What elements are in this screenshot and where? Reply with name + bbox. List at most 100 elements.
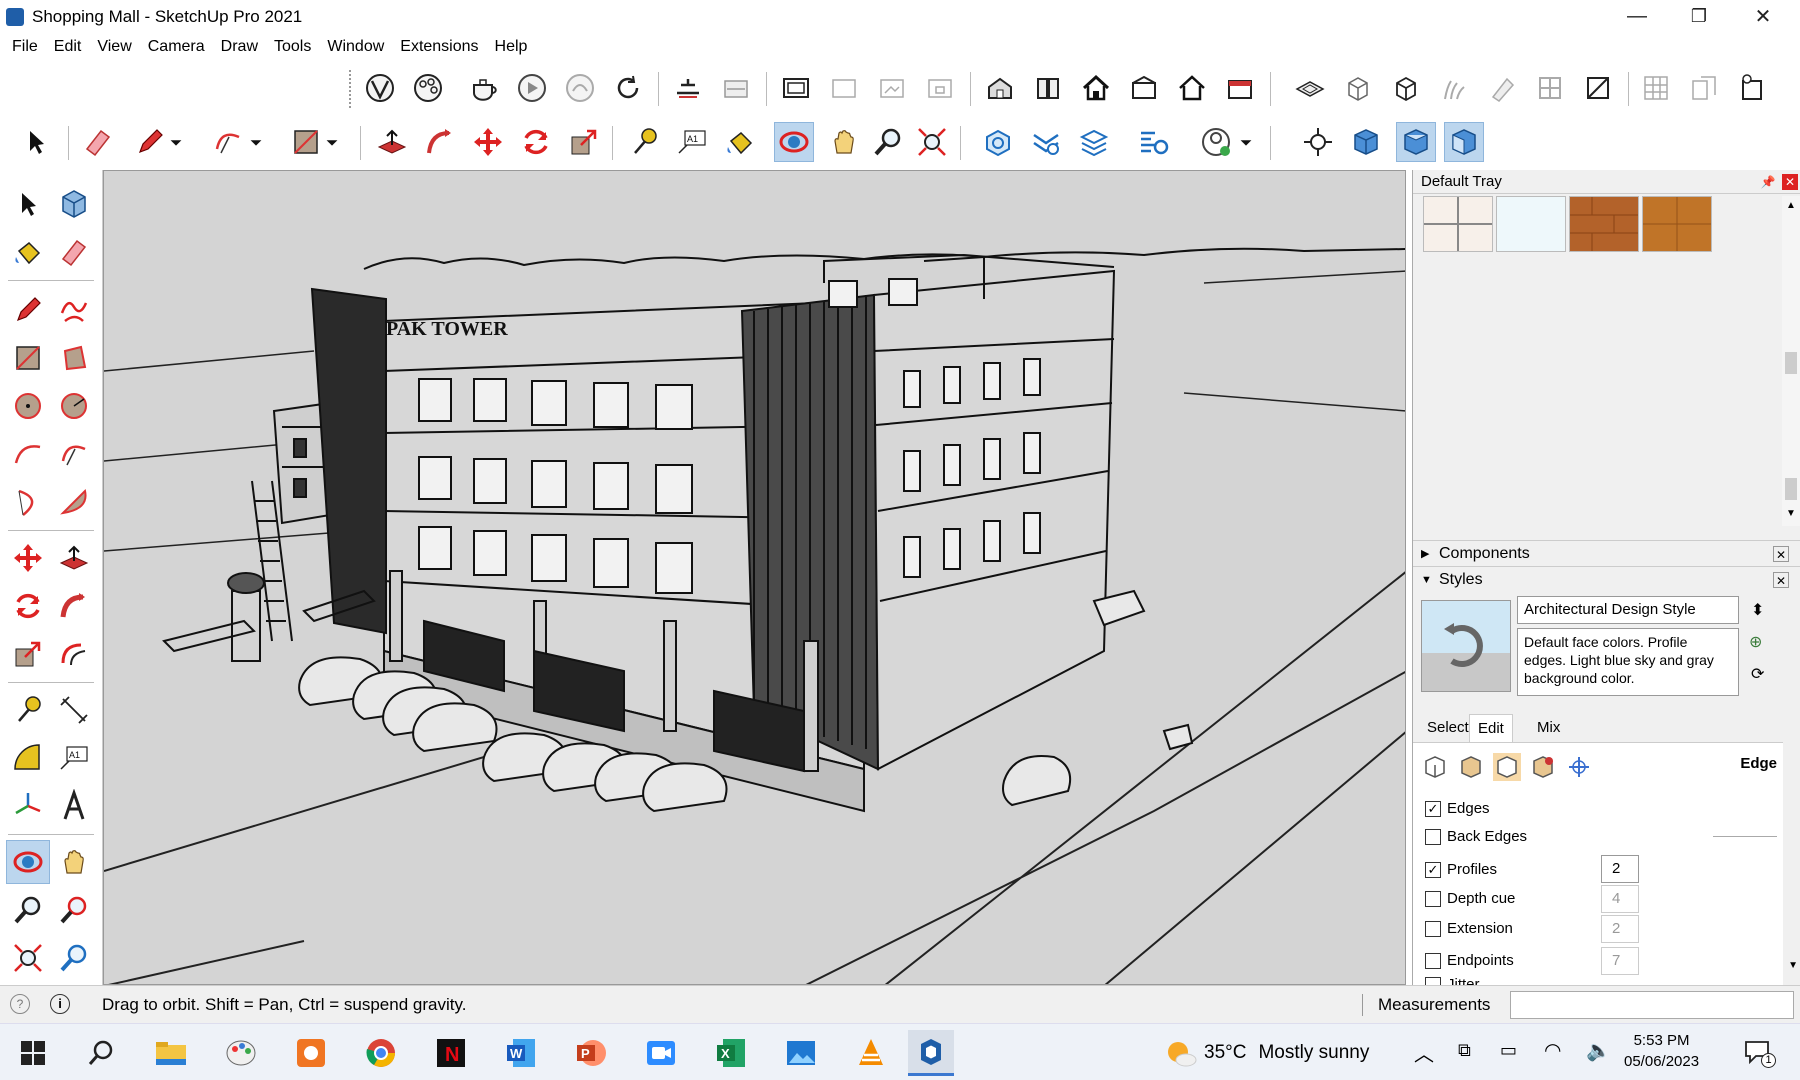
- chevron-up-icon[interactable]: ︿: [1414, 1038, 1434, 1067]
- menu-extensions[interactable]: Extensions: [392, 33, 486, 61]
- close-icon[interactable]: ✕: [1773, 546, 1789, 562]
- update-style-icon[interactable]: ⬍: [1751, 600, 1764, 620]
- vlc-icon[interactable]: [848, 1030, 894, 1076]
- style-description-field[interactable]: Default face colors. Profile edges. Ligh…: [1517, 628, 1739, 696]
- watermark-settings-icon[interactable]: [1529, 753, 1557, 781]
- menu-help[interactable]: Help: [487, 33, 536, 61]
- material-swatch[interactable]: [1642, 196, 1712, 252]
- depth-cue-option[interactable]: Depth cue: [1425, 887, 1515, 911]
- move-tool-icon[interactable]: [468, 122, 508, 162]
- material-swatch[interactable]: [1569, 196, 1639, 252]
- scroll-thumb-lower[interactable]: [1785, 478, 1797, 500]
- endpoints-field[interactable]: 7: [1601, 947, 1639, 975]
- polygon-tool-icon[interactable]: [52, 384, 96, 428]
- refresh-style-icon[interactable]: ⟳: [1751, 664, 1764, 684]
- endpoints-option[interactable]: Endpoints: [1425, 949, 1514, 973]
- push-pull-tool-icon[interactable]: [372, 122, 412, 162]
- grid-icon[interactable]: [1530, 68, 1570, 108]
- front-view-icon[interactable]: [1444, 122, 1484, 162]
- push-pull-tool-icon[interactable]: [52, 536, 96, 580]
- warehouse-home-icon[interactable]: [980, 68, 1020, 108]
- drape-icon[interactable]: [1482, 68, 1522, 108]
- chrome-icon[interactable]: [358, 1030, 404, 1076]
- line-tool-icon[interactable]: [6, 288, 50, 332]
- photos-app-icon[interactable]: [778, 1030, 824, 1076]
- eraser-tool-icon[interactable]: [78, 122, 118, 162]
- text-tool-icon[interactable]: A1: [672, 122, 712, 162]
- three-point-arc-tool-icon[interactable]: [6, 480, 50, 524]
- extension-checkbox[interactable]: [1425, 921, 1441, 937]
- position-camera-icon[interactable]: [1298, 122, 1338, 162]
- extension-field[interactable]: 2: [1601, 915, 1639, 943]
- background-settings-icon[interactable]: [1493, 753, 1521, 781]
- select-tool-icon[interactable]: [6, 182, 50, 226]
- solid-tools-icon[interactable]: [360, 68, 400, 108]
- tray-scrollbar[interactable]: ▲ ▼: [1782, 196, 1800, 526]
- orbit-tool-icon[interactable]: [774, 122, 814, 162]
- volume-icon[interactable]: 🔈: [1586, 1038, 1611, 1063]
- zoom-tool-icon[interactable]: [6, 888, 50, 932]
- offset-tool-icon[interactable]: [52, 632, 96, 676]
- excel-icon[interactable]: X: [708, 1030, 754, 1076]
- sections-settings-icon[interactable]: [1026, 122, 1066, 162]
- orbit-tool-icon[interactable]: [6, 840, 50, 884]
- circle-tool-icon[interactable]: [6, 384, 50, 428]
- zoom-icon[interactable]: [638, 1030, 684, 1076]
- back-edges-option[interactable]: Back Edges: [1425, 825, 1527, 849]
- menu-tools[interactable]: Tools: [266, 33, 319, 61]
- teapot-icon[interactable]: [464, 68, 504, 108]
- tape-measure-tool-icon[interactable]: [6, 688, 50, 732]
- dimension-tool-icon[interactable]: [52, 688, 96, 732]
- back-edges-checkbox[interactable]: [1425, 829, 1441, 845]
- tape-measure-tool-icon[interactable]: [624, 122, 664, 162]
- arc-tool-icon[interactable]: [6, 432, 50, 476]
- profiles-width-field[interactable]: 2: [1601, 855, 1639, 883]
- layers-grid-icon[interactable]: [1636, 68, 1676, 108]
- styles-panel-header[interactable]: ▼ Styles ✕: [1413, 566, 1800, 592]
- start-icon[interactable]: [10, 1030, 56, 1076]
- netflix-icon[interactable]: N: [428, 1030, 474, 1076]
- refresh-scene-icon[interactable]: [608, 68, 648, 108]
- paint-palette-icon[interactable]: [408, 68, 448, 108]
- section-fill-icon[interactable]: [716, 68, 756, 108]
- tab-mix[interactable]: Mix: [1529, 714, 1568, 742]
- style-thumbnail[interactable]: [1421, 600, 1511, 692]
- style-name-field[interactable]: Architectural Design Style: [1517, 596, 1739, 624]
- scene-2-icon[interactable]: [824, 68, 864, 108]
- profiles-option[interactable]: ✓ Profiles: [1425, 858, 1497, 882]
- add-box-icon[interactable]: [1386, 68, 1426, 108]
- scene-view-icon[interactable]: [776, 68, 816, 108]
- scene-lock-icon[interactable]: [920, 68, 960, 108]
- sketchup-icon[interactable]: [908, 1030, 954, 1076]
- file-explorer-icon[interactable]: [148, 1030, 194, 1076]
- toolbar-grip[interactable]: [348, 70, 352, 108]
- paint-bucket-tool-icon[interactable]: [720, 122, 760, 162]
- rotate-tool-icon[interactable]: [6, 584, 50, 628]
- menu-draw[interactable]: Draw: [213, 33, 266, 61]
- text-tool-icon[interactable]: A1: [52, 736, 96, 780]
- pie-tool-icon[interactable]: [52, 480, 96, 524]
- close-button[interactable]: ✕: [1732, 0, 1794, 33]
- depth-cue-checkbox[interactable]: [1425, 891, 1441, 907]
- wifi-icon[interactable]: ◠: [1544, 1038, 1561, 1063]
- profile-builder-icon[interactable]: [1732, 68, 1772, 108]
- freehand-tool-icon[interactable]: [52, 288, 96, 332]
- chevron-down-icon[interactable]: [1236, 122, 1256, 162]
- top-view-icon[interactable]: [1396, 122, 1436, 162]
- edge-settings-icon[interactable]: [1421, 753, 1449, 781]
- zoom-extents-tool-icon[interactable]: [912, 122, 952, 162]
- section-plane-icon[interactable]: [668, 68, 708, 108]
- word-icon[interactable]: W: [498, 1030, 544, 1076]
- move-tool-icon[interactable]: [6, 536, 50, 580]
- account-icon[interactable]: [1196, 122, 1236, 162]
- photos-icon[interactable]: [288, 1030, 334, 1076]
- 3d-warehouse-icon[interactable]: [978, 122, 1018, 162]
- pin-icon[interactable]: 📌: [1760, 174, 1776, 190]
- create-style-icon[interactable]: ⊕: [1749, 632, 1762, 652]
- components-grid-icon[interactable]: [1684, 68, 1724, 108]
- chevron-down-icon[interactable]: [246, 122, 266, 162]
- extension-warehouse-icon[interactable]: [1124, 68, 1164, 108]
- grass-icon[interactable]: [1434, 68, 1474, 108]
- menu-view[interactable]: View: [89, 33, 139, 61]
- camera-privacy-icon[interactable]: ⧉: [1458, 1040, 1471, 1061]
